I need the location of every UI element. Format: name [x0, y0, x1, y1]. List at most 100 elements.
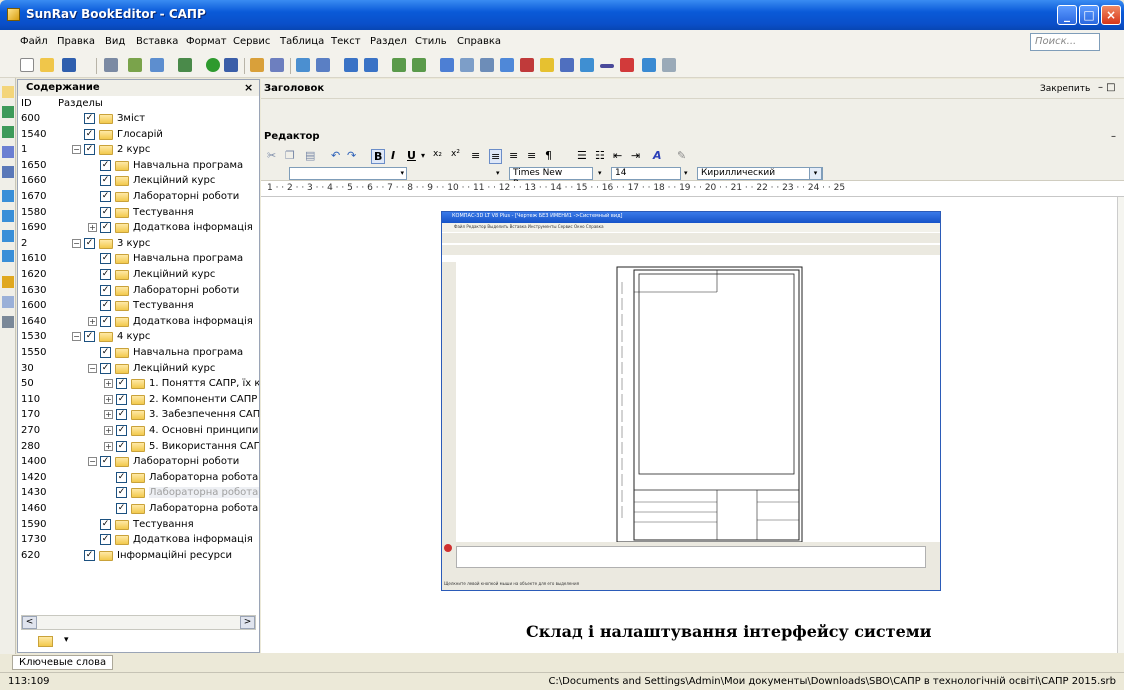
tree-row[interactable]: 1580 ✓ Тестування — [18, 205, 259, 220]
tree-row-label[interactable]: 3 курс — [117, 238, 150, 249]
column-id[interactable]: ID — [21, 98, 32, 109]
menu-text[interactable]: Текст — [331, 36, 361, 47]
font-size-select[interactable]: ▾ 14 — [598, 167, 681, 180]
move-left-icon[interactable] — [2, 230, 14, 242]
link2-icon[interactable] — [412, 58, 426, 72]
tree-row[interactable]: 270 +✓ 4. Основні принципи поб — [18, 423, 259, 438]
redo-icon[interactable]: ↷ — [347, 149, 356, 162]
tree-row-label[interactable]: Лекційний курс — [133, 363, 215, 374]
tree-row[interactable]: 30 − ✓ Лекційний курс — [18, 361, 259, 376]
add-section-icon[interactable] — [2, 106, 14, 118]
close-button[interactable]: × — [1101, 5, 1121, 25]
tree-row-checkbox[interactable]: ✓ — [116, 503, 127, 514]
tree-row[interactable]: 1590 ✓ Тестування — [18, 517, 259, 532]
tree-row-label[interactable]: 2 курс — [117, 144, 150, 155]
tree-row-checkbox[interactable]: ✓ — [100, 269, 111, 280]
tree-row-label[interactable]: Тестування — [133, 300, 194, 311]
collapse-icon[interactable]: − — [72, 332, 81, 342]
tree-row-checkbox[interactable]: ✓ — [84, 113, 95, 124]
user-icon[interactable] — [500, 58, 514, 72]
menu-help[interactable]: Справка — [457, 36, 501, 47]
paste-icon[interactable]: ▤ — [305, 149, 315, 162]
new-icon[interactable] — [20, 58, 34, 72]
bold-button[interactable]: B — [371, 149, 386, 164]
collapse-icon[interactable]: − — [72, 145, 81, 155]
tree-row[interactable]: 620 ✓ Інформаційні ресурси — [18, 548, 259, 563]
tree-row-checkbox[interactable]: ✓ — [116, 378, 127, 390]
horizontal-scrollbar[interactable]: < > — [21, 615, 256, 630]
subscript-button[interactable]: x₂ — [433, 149, 442, 159]
tree-row-checkbox[interactable]: ✓ — [100, 206, 111, 218]
tree-row-checkbox[interactable]: ✓ — [84, 331, 95, 343]
tree-row-label[interactable]: Додаткова інформація — [133, 534, 253, 545]
justify-button[interactable]: ≡ — [527, 149, 536, 162]
tree-row-checkbox[interactable]: ✓ — [100, 534, 111, 546]
tree-row-label[interactable]: Зміст — [117, 113, 145, 124]
menu-view[interactable]: Вид — [105, 36, 125, 47]
expand-icon[interactable]: + — [88, 223, 97, 233]
tree-row-label[interactable]: Лабораторна робота № — [149, 472, 259, 483]
tree-row-checkbox[interactable]: ✓ — [100, 362, 111, 374]
copy-icon[interactable] — [150, 58, 164, 72]
superscript-button[interactable]: x² — [451, 149, 460, 159]
tree-row[interactable]: 1 − ✓ 2 курс — [18, 142, 259, 157]
users-icon[interactable] — [296, 58, 310, 72]
tree-row-checkbox[interactable]: ✓ — [84, 128, 95, 140]
tree-row-label[interactable]: 1. Поняття САПР, їх клас — [149, 378, 259, 389]
tree-row-label[interactable]: 4. Основні принципи поб — [149, 425, 259, 436]
tree-row-checkbox[interactable]: ✓ — [100, 175, 111, 187]
tree-row[interactable]: 50 +✓ 1. Поняття САПР, їх клас — [18, 376, 259, 391]
tree-row-checkbox[interactable]: ✓ — [116, 425, 127, 436]
link-icon[interactable] — [392, 58, 406, 72]
scroll-left-icon[interactable]: < — [22, 616, 37, 629]
move-down-icon[interactable] — [2, 210, 14, 222]
search-input[interactable]: Поиск... — [1030, 33, 1100, 51]
tree-row[interactable]: 1430 ✓ Лабораторна робота № — [18, 485, 259, 500]
cut-icon[interactable] — [128, 58, 142, 72]
maximize-button[interactable]: □ — [1079, 5, 1099, 25]
close-panel-icon[interactable]: × — [244, 81, 253, 94]
expand-icon[interactable]: + — [104, 426, 113, 435]
tree-row-label[interactable]: Лабораторні роботи — [133, 456, 239, 467]
dropdown-icon[interactable]: ▾ — [64, 635, 69, 645]
tree-row[interactable]: 1550 ✓ Навчальна програма — [18, 345, 259, 360]
outdent-button[interactable]: ⇤ — [613, 149, 622, 162]
menu-service[interactable]: Сервис — [233, 36, 270, 47]
undo-icon[interactable]: ↶ — [331, 149, 340, 162]
folder-icon[interactable] — [2, 86, 14, 98]
users2-icon[interactable] — [316, 58, 330, 72]
tree-row-checkbox[interactable]: ✓ — [84, 549, 95, 561]
tree-row-label[interactable]: Інформаційні ресурси — [117, 550, 232, 561]
tree-row-label[interactable]: Додаткова інформація — [133, 222, 253, 233]
line-icon[interactable] — [600, 64, 614, 68]
edit-icon[interactable] — [2, 146, 14, 158]
tree-row-checkbox[interactable]: ✓ — [116, 409, 127, 421]
tree-row-checkbox[interactable]: ✓ — [84, 237, 95, 249]
collapse-icon[interactable]: – □ — [1098, 82, 1116, 93]
check-icon[interactable] — [206, 58, 220, 72]
indent-button[interactable]: ⇥ — [631, 149, 640, 162]
style-select[interactable]: ▾ — [289, 167, 407, 180]
folder-icon[interactable] — [38, 636, 53, 647]
align-left-button[interactable]: ≡ — [471, 149, 480, 162]
tree-row-label[interactable]: 3. Забезпечення САПР — [149, 409, 259, 420]
tree-row[interactable]: 1540 ✓ Глосарій — [18, 127, 259, 142]
tree-row[interactable]: 1670 ✓ Лабораторні роботи — [18, 189, 259, 204]
omega-icon[interactable] — [520, 58, 534, 72]
tree-row-checkbox[interactable]: ✓ — [116, 471, 127, 483]
tree-row-checkbox[interactable]: ✓ — [84, 144, 95, 156]
tree-row[interactable]: 1610 ✓ Навчальна програма — [18, 251, 259, 266]
tree-row-checkbox[interactable]: ✓ — [100, 347, 111, 358]
tree-row[interactable]: 1690 + ✓ Додаткова інформація — [18, 220, 259, 235]
tree-row-label[interactable]: Навчальна програма — [133, 347, 243, 358]
menu-file[interactable]: Файл — [20, 36, 48, 47]
document-area[interactable]: КОМПАС-3D LT V8 Plus - [Чертеж БЕЗ ИМЕНИ… — [261, 197, 1116, 653]
cut-icon[interactable]: ✂ — [267, 149, 276, 162]
tree-row-checkbox[interactable]: ✓ — [100, 191, 111, 202]
tree-row-label[interactable]: Лабораторна робота № — [149, 487, 259, 499]
vertical-scrollbar[interactable] — [1117, 197, 1124, 653]
expand-icon[interactable]: + — [104, 379, 113, 389]
media-icon[interactable] — [580, 58, 594, 72]
pin-button[interactable]: Закрепить — [1040, 84, 1090, 94]
column-sections[interactable]: Разделы — [58, 98, 103, 109]
